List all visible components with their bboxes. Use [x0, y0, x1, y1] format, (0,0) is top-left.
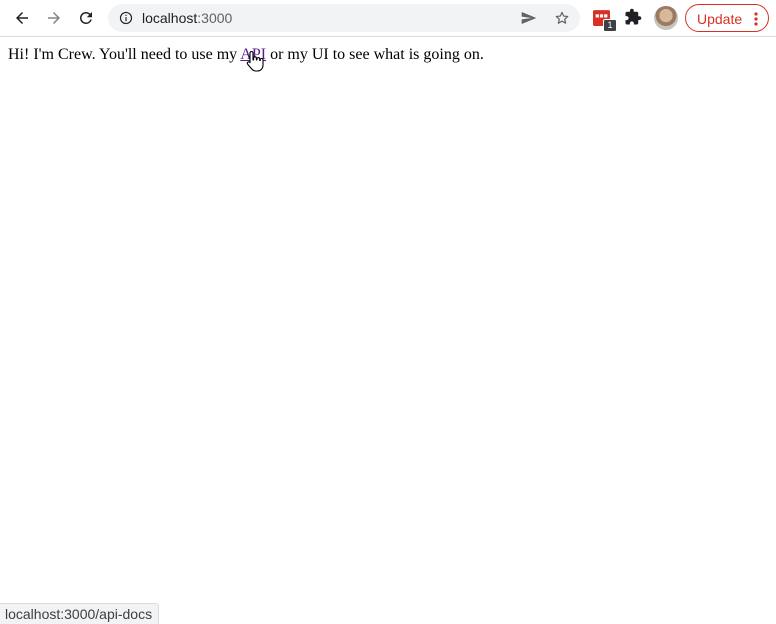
- page-body-text: Hi! I'm Crew. You'll need to use my API …: [8, 45, 768, 64]
- info-icon[interactable]: [119, 11, 133, 25]
- update-button[interactable]: Update: [685, 4, 769, 32]
- extensions-puzzle-icon[interactable]: [624, 8, 642, 26]
- forward-button[interactable]: [40, 4, 68, 32]
- url-port: :3000: [197, 10, 233, 26]
- outro-text: or my UI to see what is going on.: [266, 46, 484, 63]
- arrow-right-icon: [48, 12, 60, 24]
- browser-toolbar: localhost:3000 1 Update: [0, 0, 776, 37]
- reload-button[interactable]: [72, 4, 100, 32]
- back-button[interactable]: [8, 4, 36, 32]
- status-bar-url: localhost:3000/api-docs: [0, 603, 160, 624]
- hand-cursor-icon: [246, 50, 264, 72]
- update-label: Update: [697, 11, 743, 27]
- extension-badge: 1: [603, 19, 617, 32]
- profile-avatar[interactable]: [654, 6, 678, 30]
- reload-icon: [80, 11, 92, 24]
- bookmark-star-icon[interactable]: [554, 10, 570, 26]
- url-text[interactable]: localhost:3000: [142, 10, 232, 26]
- intro-text: Hi! I'm Crew. You'll need to use my: [8, 46, 241, 63]
- arrow-left-icon: [16, 12, 28, 24]
- url-host: localhost: [142, 10, 198, 26]
- address-bar[interactable]: localhost:3000: [108, 4, 580, 32]
- send-tab-icon[interactable]: [521, 11, 537, 25]
- more-menu-icon: [754, 12, 758, 26]
